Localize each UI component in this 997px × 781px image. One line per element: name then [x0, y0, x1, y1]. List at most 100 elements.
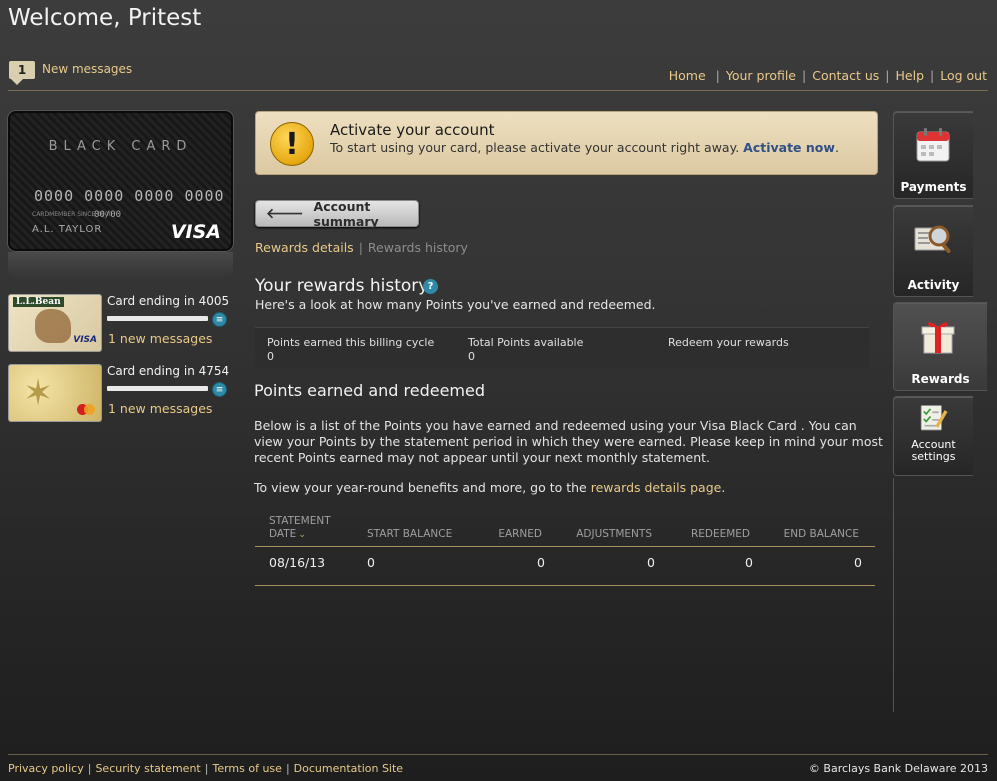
- points-earned-value: 0: [267, 350, 274, 363]
- world-card-image[interactable]: ✶: [8, 364, 102, 422]
- nav-payments-tile[interactable]: Payments: [893, 111, 973, 199]
- col-statement-date-line1: STATEMENT: [269, 515, 331, 527]
- rewards-history-tab[interactable]: Rewards history: [368, 240, 468, 255]
- total-points-value: 0: [468, 350, 475, 363]
- nav-rewards-label: Rewards: [911, 372, 970, 386]
- card-artwork: [35, 309, 71, 343]
- rewards-details-link[interactable]: Rewards details: [255, 240, 354, 255]
- warning-icon: !: [270, 122, 314, 166]
- magnifier-receipt-icon: [914, 225, 951, 254]
- visa-logo: VISA: [170, 221, 221, 243]
- card-4754-messages-link[interactable]: 1 new messages: [108, 401, 212, 416]
- header-divider: [8, 90, 988, 91]
- nav-separator: |: [711, 68, 720, 83]
- arrow-left-icon: 🡐: [266, 206, 304, 222]
- visa-logo: VISA: [73, 335, 97, 345]
- row-start-balance: 0: [367, 555, 375, 570]
- note-suffix: .: [721, 480, 726, 495]
- card-number: 0000 0000 0000 0000: [34, 187, 225, 205]
- card-progress-bar: [107, 386, 208, 391]
- points-summary-box: Points earned this billing cycle 0 Total…: [255, 327, 869, 367]
- col-statement-date-line2: DATE ⌄: [269, 528, 331, 542]
- card-brand-text: BLACK CARD: [48, 139, 193, 154]
- col-earned: EARNED: [498, 528, 542, 540]
- star-icon: ✶: [23, 373, 54, 414]
- nav-activity-tile[interactable]: Activity: [893, 205, 973, 297]
- redeem-rewards-link[interactable]: Redeem your rewards: [668, 336, 789, 349]
- nav-profile-link[interactable]: Your profile: [726, 68, 796, 83]
- security-statement-link[interactable]: Security statement: [95, 762, 200, 775]
- welcome-title: Welcome, Pritest: [8, 5, 202, 31]
- llbean-card-image[interactable]: L.L.Bean VISA: [8, 294, 102, 352]
- nav-separator: |: [885, 68, 890, 83]
- rewards-details-note: To view your year-round benefits and mor…: [254, 480, 725, 495]
- col-end-balance: END BALANCE: [783, 528, 859, 540]
- row-statement-date: 08/16/13: [269, 555, 326, 570]
- footer-separator: |: [285, 762, 290, 775]
- help-icon[interactable]: ?: [423, 279, 438, 294]
- copyright: © Barclays Bank Delaware 2013: [808, 762, 988, 775]
- privacy-policy-link[interactable]: Privacy policy: [8, 762, 84, 775]
- alert-text: To start using your card, please activat…: [330, 140, 740, 155]
- nav-home-link[interactable]: Home: [669, 68, 706, 83]
- right-nav-divider: [893, 478, 894, 712]
- nav-account-settings-label: Account settings: [894, 439, 973, 463]
- documentation-site-link[interactable]: Documentation Site: [294, 762, 403, 775]
- nav-account-settings-tile[interactable]: Account settings: [893, 396, 973, 476]
- new-messages-link[interactable]: New messages: [42, 62, 132, 76]
- gift-icon: [921, 322, 955, 354]
- points-earned-label: Points earned this billing cycle: [267, 336, 435, 349]
- account-summary-button[interactable]: 🡐 Account summary: [255, 198, 419, 229]
- card-menu-icon[interactable]: ≡: [212, 312, 227, 327]
- calendar-icon: [916, 128, 950, 162]
- points-section-title: Points earned and redeemed: [254, 381, 486, 400]
- col-statement-date-text: DATE: [269, 528, 297, 540]
- nav-rewards-tile[interactable]: Rewards: [893, 302, 987, 391]
- nav-separator: |: [930, 68, 935, 83]
- col-statement-date[interactable]: STATEMENT DATE ⌄: [269, 515, 331, 542]
- rewards-details-page-link[interactable]: rewards details page: [591, 480, 722, 495]
- alert-period: .: [834, 140, 839, 155]
- activate-now-link[interactable]: Activate now: [743, 140, 835, 155]
- card-reflection: [8, 252, 233, 278]
- nav-activity-label: Activity: [907, 278, 960, 292]
- footer-divider: [8, 754, 988, 755]
- row-redeemed: 0: [745, 555, 753, 570]
- table-header-divider: [255, 546, 875, 547]
- rewards-subnav: Rewards details | Rewards history: [255, 240, 468, 255]
- nav-payments-label: Payments: [900, 180, 967, 194]
- footer-separator: |: [204, 762, 209, 775]
- nav-contact-link[interactable]: Contact us: [812, 68, 879, 83]
- top-navigation: Home | Your profile | Contact us | Help …: [669, 68, 987, 83]
- card-4005-messages-link[interactable]: 1 new messages: [108, 331, 212, 346]
- activate-account-alert: ! Activate your account To start using y…: [255, 111, 878, 175]
- card-holder-name: A.L. TAYLOR: [32, 224, 103, 235]
- message-count-badge[interactable]: 1: [9, 61, 35, 85]
- mastercard-logo-icon: [77, 404, 95, 415]
- nav-separator: |: [802, 68, 807, 83]
- row-earned: 0: [537, 555, 545, 570]
- col-adjustments: ADJUSTMENTS: [576, 528, 652, 540]
- footer-separator: |: [87, 762, 92, 775]
- nav-account-settings-line2: settings: [911, 450, 956, 463]
- col-start-balance: START BALANCE: [367, 528, 453, 540]
- black-card-image[interactable]: BLACK CARD 0000 0000 0000 0000 CARDMEMBE…: [8, 111, 233, 251]
- account-summary-label: Account summary: [313, 198, 379, 229]
- alert-title: Activate your account: [330, 121, 495, 139]
- subnav-separator: |: [358, 240, 363, 255]
- terms-of-use-link[interactable]: Terms of use: [212, 762, 281, 775]
- nav-logout-link[interactable]: Log out: [940, 68, 987, 83]
- checklist-pencil-icon: [920, 405, 948, 431]
- alert-message: To start using your card, please activat…: [330, 140, 839, 155]
- card-ending-4005: Card ending in 4005: [107, 294, 230, 308]
- llbean-logo: L.L.Bean: [13, 297, 64, 307]
- row-end-balance: 0: [854, 555, 862, 570]
- rewards-history-title: Your rewards history: [255, 276, 429, 296]
- card-progress-bar: [107, 316, 208, 321]
- card-menu-icon[interactable]: ≡: [212, 382, 227, 397]
- rewards-history-subtitle: Here's a look at how many Points you've …: [255, 297, 656, 312]
- card-ending-4754: Card ending in 4754: [107, 364, 230, 378]
- col-redeemed: REDEEMED: [690, 528, 750, 540]
- total-points-label: Total Points available: [468, 336, 584, 349]
- nav-help-link[interactable]: Help: [896, 68, 925, 83]
